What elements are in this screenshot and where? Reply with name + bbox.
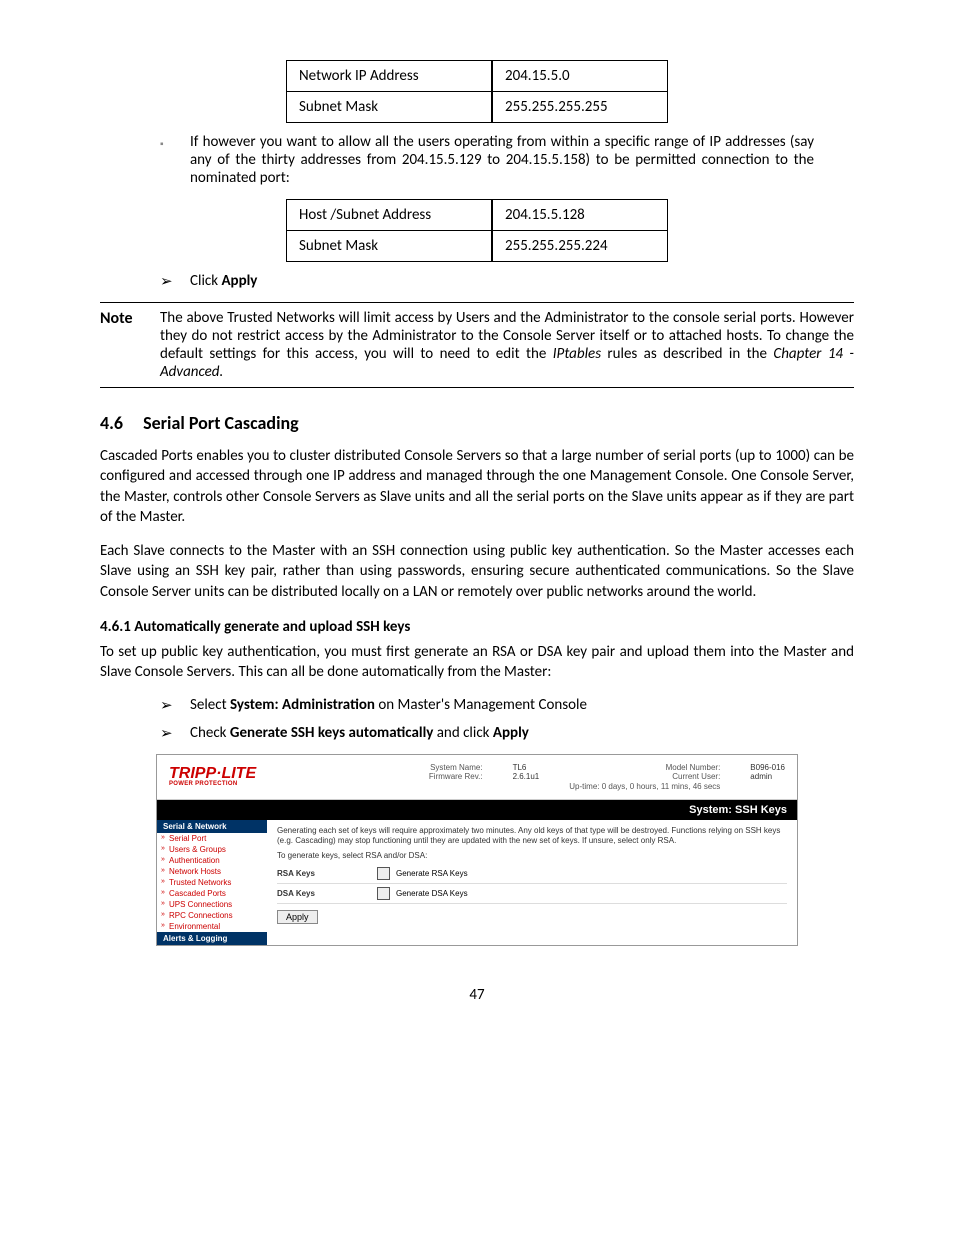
cell: Host /Subnet Address [287,200,493,231]
section-title: Serial Port Cascading [143,412,299,434]
cell: 255.255.255.224 [492,231,668,262]
subsection-heading: 4.6.1 Automatically generate and upload … [100,618,854,636]
cell: Network IP Address [287,61,493,92]
step-select-system-admin: Select System: Administration on Master'… [160,696,854,714]
subtext: To generate keys, select RSA and/or DSA: [277,851,787,860]
tripplite-logo: TRIPP·LITE POWER PROTECTION [169,767,256,787]
section-number: 4.6 [100,412,123,434]
apply-word: Apply [221,272,257,290]
paragraph: To set up public key authentication, you… [100,642,854,683]
paragraph: Each Slave connects to the Master with a… [100,541,854,602]
ui-header: TRIPP·LITE POWER PROTECTION System Name:… [157,755,797,800]
dsa-keys-row: DSA Keys Generate DSA Keys [277,884,787,904]
rsa-checkbox[interactable] [377,867,390,880]
sidebar-item-serial-port[interactable]: Serial Port [157,833,267,844]
cell: 204.15.5.128 [492,200,668,231]
page-number: 47 [100,986,854,1004]
paragraph: Cascaded Ports enables you to cluster di… [100,446,854,527]
cell: 255.255.255.255 [492,92,668,123]
bullet-range-paragraph: If however you want to allow all the use… [160,133,814,187]
note-label: Note [100,309,160,381]
system-stats: System Name: Firmware Rev.: TL6 2.6.1u1 … [429,763,785,791]
sidebar-group-serial-network: Serial & Network [157,820,267,833]
click-apply-step: Click Apply [160,272,854,290]
sidebar-item-authentication[interactable]: Authentication [157,855,267,866]
rsa-hint: Generate RSA Keys [396,869,468,878]
main-panel: Generating each set of keys will require… [267,820,797,945]
apply-button[interactable]: Apply [277,910,318,924]
ssh-keys-screenshot: TRIPP·LITE POWER PROTECTION System Name:… [156,754,798,946]
network-ip-table: Network IP Address 204.15.5.0 Subnet Mas… [286,60,668,123]
text: Click [190,272,221,290]
sidebar-item-environmental[interactable]: Environmental [157,921,267,932]
sidebar-item-trusted-networks[interactable]: Trusted Networks [157,877,267,888]
dsa-checkbox[interactable] [377,887,390,900]
sidebar: Serial & Network Serial Port Users & Gro… [157,820,267,945]
rsa-label: RSA Keys [277,869,377,878]
host-subnet-table: Host /Subnet Address 204.15.5.128 Subnet… [286,199,668,262]
instruction-text: Generating each set of keys will require… [277,826,787,845]
note-box: Note The above Trusted Networks will lim… [100,302,854,388]
dsa-label: DSA Keys [277,889,377,898]
sidebar-item-network-hosts[interactable]: Network Hosts [157,866,267,877]
rsa-keys-row: RSA Keys Generate RSA Keys [277,864,787,884]
section-heading: 4.6 Serial Port Cascading [100,412,854,434]
cell: Subnet Mask [287,231,493,262]
sidebar-group-alerts-logging: Alerts & Logging [157,932,267,945]
note-text: The above Trusted Networks will limit ac… [160,309,854,381]
section-bar: System: SSH Keys [157,800,797,820]
sidebar-item-ups-connections[interactable]: UPS Connections [157,899,267,910]
cell: Subnet Mask [287,92,493,123]
sidebar-item-rpc-connections[interactable]: RPC Connections [157,910,267,921]
dsa-hint: Generate DSA Keys [396,889,468,898]
sidebar-item-users-groups[interactable]: Users & Groups [157,844,267,855]
sidebar-item-cascaded-ports[interactable]: Cascaded Ports [157,888,267,899]
cell: 204.15.5.0 [492,61,668,92]
step-check-generate-ssh: Check Generate SSH keys automatically an… [160,724,854,742]
